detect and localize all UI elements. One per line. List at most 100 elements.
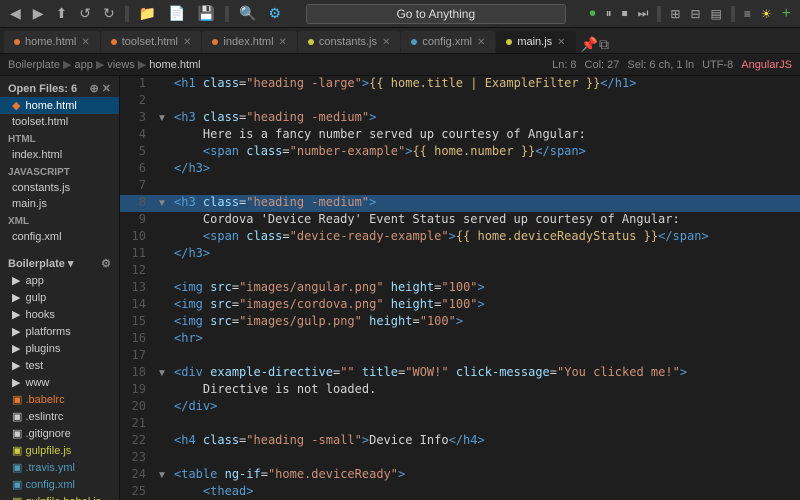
collapse-arrow-21 xyxy=(156,416,168,433)
split-editor-btn[interactable]: ⧉ xyxy=(599,36,609,53)
sidebar-file-eslintrc[interactable]: ▣ .eslintrc xyxy=(0,408,119,425)
bc-boilerplate[interactable]: Boilerplate xyxy=(8,59,60,71)
collapse-arrow-11 xyxy=(156,246,168,263)
collapse-arrow-22 xyxy=(156,433,168,450)
menu-btn[interactable]: ≡ xyxy=(741,5,754,23)
sidebar-file-gulpfile-babel[interactable]: ▣ gulpfile.babel.js xyxy=(0,493,119,500)
sidebar-file-travis[interactable]: ▣ .travis.yml xyxy=(0,459,119,476)
line-number-1: 1 xyxy=(120,76,156,93)
sidebar-file-gulpfile[interactable]: ▣ gulpfile.js xyxy=(0,442,119,459)
sidebar-file-constants-js[interactable]: constants.js xyxy=(0,180,119,196)
code-line-25: 25 <thead> xyxy=(120,484,800,500)
tab-config-xml[interactable]: config.xml ✕ xyxy=(401,31,495,53)
sidebar-folder-www[interactable]: ▶ www xyxy=(0,374,119,391)
tab-home-html[interactable]: home.html ✕ xyxy=(4,31,100,53)
code-line-22: 22<h4 class="heading -small">Device Info… xyxy=(120,433,800,450)
tab-dot-main xyxy=(506,39,512,45)
code-line-4: 4 Here is a fancy number served up court… xyxy=(120,127,800,144)
bc-app[interactable]: app xyxy=(74,59,92,71)
nav-forward-btn[interactable]: ▶ xyxy=(29,3,48,24)
code-container: 1<h1 class="heading -large">{{ home.titl… xyxy=(120,76,800,500)
line-number-10: 10 xyxy=(120,229,156,246)
tab-constants-js[interactable]: constants.js ✕ xyxy=(298,31,400,53)
file-btn-3[interactable]: 💾 xyxy=(194,3,219,24)
code-editor[interactable]: 1<h1 class="heading -large">{{ home.titl… xyxy=(120,76,800,500)
sidebar-folder-app[interactable]: ▶ app xyxy=(0,272,119,289)
sidebar-file-config-xml[interactable]: config.xml xyxy=(0,229,119,245)
layout1-btn[interactable]: ⊞ xyxy=(667,5,683,23)
tab-close-home[interactable]: ✕ xyxy=(81,37,89,48)
sidebar-folder-plugins[interactable]: ▶ plugins xyxy=(0,340,119,357)
collapse-arrow-8[interactable]: ▼ xyxy=(156,195,168,212)
collapse-arrow-4 xyxy=(156,127,168,144)
tab-dot-config xyxy=(411,39,417,45)
goto-input[interactable] xyxy=(306,4,566,24)
tab-dot-index xyxy=(212,39,218,45)
sidebar-file-home-html[interactable]: ◆ home.html xyxy=(0,97,119,114)
sidebar-file-index-html[interactable]: index.html xyxy=(0,147,119,163)
sel-info: Sel: 6 ch, 1 ln xyxy=(627,59,694,71)
sidebar-folder-gulp[interactable]: ▶ gulp xyxy=(0,289,119,306)
sidebar-file-main-js[interactable]: main.js xyxy=(0,196,119,212)
boilerplate-gear[interactable]: ⚙ xyxy=(101,257,111,270)
sidebar-folder-platforms[interactable]: ▶ platforms xyxy=(0,323,119,340)
collapse-arrow-9 xyxy=(156,212,168,229)
settings-btn[interactable]: ⚙ xyxy=(265,3,286,24)
bc-views[interactable]: views xyxy=(107,59,135,71)
folder-icon-test: ▶ xyxy=(12,359,20,372)
nav-redo-btn[interactable]: ↻ xyxy=(99,3,119,24)
theme-btn[interactable]: ☀ xyxy=(758,5,775,23)
line-content-16: <hr> xyxy=(170,331,800,348)
tab-label-config: config.xml xyxy=(422,36,472,48)
collapse-arrow-2 xyxy=(156,93,168,110)
tab-close-constants[interactable]: ✕ xyxy=(382,37,390,48)
sidebar-file-toolset-html[interactable]: toolset.html xyxy=(0,114,119,130)
sidebar-folder-test[interactable]: ▶ test xyxy=(0,357,119,374)
code-line-1: 1<h1 class="heading -large">{{ home.titl… xyxy=(120,76,800,93)
sidebar-cat-html: HTML xyxy=(0,130,119,147)
tab-close-config[interactable]: ✕ xyxy=(477,37,485,48)
line-content-24: <table ng-if="home.deviceReady"> xyxy=(170,467,800,484)
tab-close-toolset[interactable]: ✕ xyxy=(183,37,191,48)
layout2-btn[interactable]: ⊟ xyxy=(687,5,703,23)
folder-icon-plugins: ▶ xyxy=(12,342,20,355)
collapse-arrow-18[interactable]: ▼ xyxy=(156,365,168,382)
nav-up-btn[interactable]: ⬆ xyxy=(52,3,72,24)
sidebar-folder-hooks[interactable]: ▶ hooks xyxy=(0,306,119,323)
nav-back-btn[interactable]: ◀ xyxy=(6,3,25,24)
sidebar-file-gitignore[interactable]: ▣ .gitignore xyxy=(0,425,119,442)
file-btn-2[interactable]: 📄 xyxy=(164,3,189,24)
tab-close-index[interactable]: ✕ xyxy=(279,37,287,48)
breadcrumb: Boilerplate ▶ app ▶ views ▶ home.html Ln… xyxy=(0,54,800,76)
code-line-7: 7 xyxy=(120,178,800,195)
stop-btn[interactable]: ⏹ xyxy=(619,4,631,23)
sidebar-file-config-xml2[interactable]: ▣ config.xml xyxy=(0,476,119,493)
code-line-5: 5 <span class="number-example">{{ home.n… xyxy=(120,144,800,161)
line-number-16: 16 xyxy=(120,331,156,348)
tab-main-js[interactable]: main.js ✕ xyxy=(496,31,575,53)
collapse-arrow-24[interactable]: ▼ xyxy=(156,467,168,484)
collapse-arrow-3[interactable]: ▼ xyxy=(156,110,168,127)
tab-close-main[interactable]: ✕ xyxy=(557,37,565,48)
layout3-btn[interactable]: ▤ xyxy=(708,5,725,23)
open-files-gear[interactable]: ⊕ ✕ xyxy=(90,82,112,95)
line-number-24: 24 xyxy=(120,467,156,484)
folder-icon-www: ▶ xyxy=(12,376,20,389)
boilerplate-header[interactable]: Boilerplate ▾ ⚙ xyxy=(0,251,119,272)
add-btn[interactable]: + xyxy=(779,3,794,25)
nav-refresh-btn[interactable]: ↺ xyxy=(75,3,95,24)
run-btn[interactable]: ⏺ xyxy=(587,4,599,23)
bc-home-html[interactable]: home.html xyxy=(149,59,200,71)
step-btn[interactable]: ⏭ xyxy=(635,4,652,23)
sidebar-file-babelrc[interactable]: ▣ .babelrc xyxy=(0,391,119,408)
tab-index-html[interactable]: index.html ✕ xyxy=(202,31,297,53)
pin-tab-btn[interactable]: 📌 xyxy=(581,36,598,53)
pause-btn[interactable]: ⏸ xyxy=(603,4,615,23)
file-btn-1[interactable]: 📁 xyxy=(135,3,160,24)
line-content-23 xyxy=(170,450,800,467)
collapse-arrow-7 xyxy=(156,178,168,195)
line-content-15: <img src="images/gulp.png" height="100"> xyxy=(170,314,800,331)
search-btn[interactable]: 🔍 xyxy=(235,3,260,24)
line-content-6: </h3> xyxy=(170,161,800,178)
tab-toolset-html[interactable]: toolset.html ✕ xyxy=(101,31,202,53)
